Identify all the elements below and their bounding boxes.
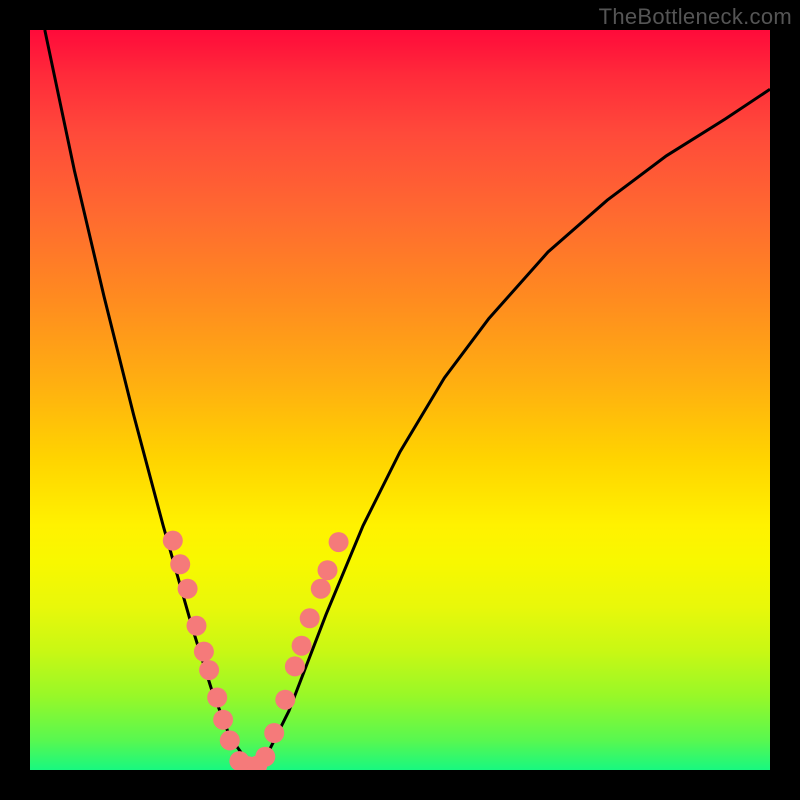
marker-group: [163, 531, 349, 770]
bottleneck-curve: [45, 30, 770, 763]
curve-svg: [30, 30, 770, 770]
marker-dot: [285, 656, 305, 676]
marker-dot: [207, 688, 227, 708]
marker-dot: [247, 756, 267, 770]
marker-dot: [163, 531, 183, 551]
marker-dot: [178, 579, 198, 599]
marker-dot: [220, 730, 240, 750]
marker-dot: [170, 554, 190, 574]
marker-dot: [238, 756, 258, 770]
marker-dot: [255, 747, 275, 767]
marker-dot: [275, 690, 295, 710]
marker-dot: [329, 532, 349, 552]
marker-dot: [213, 710, 233, 730]
marker-dot: [194, 642, 214, 662]
marker-dot: [318, 560, 338, 580]
chart-container: TheBottleneck.com: [0, 0, 800, 800]
marker-dot: [199, 660, 219, 680]
marker-dot: [187, 616, 207, 636]
marker-dot: [292, 636, 312, 656]
marker-dot: [300, 608, 320, 628]
marker-dot: [311, 579, 331, 599]
watermark-text: TheBottleneck.com: [599, 4, 792, 30]
marker-dot: [264, 723, 284, 743]
marker-dot: [229, 751, 249, 770]
plot-area: [30, 30, 770, 770]
